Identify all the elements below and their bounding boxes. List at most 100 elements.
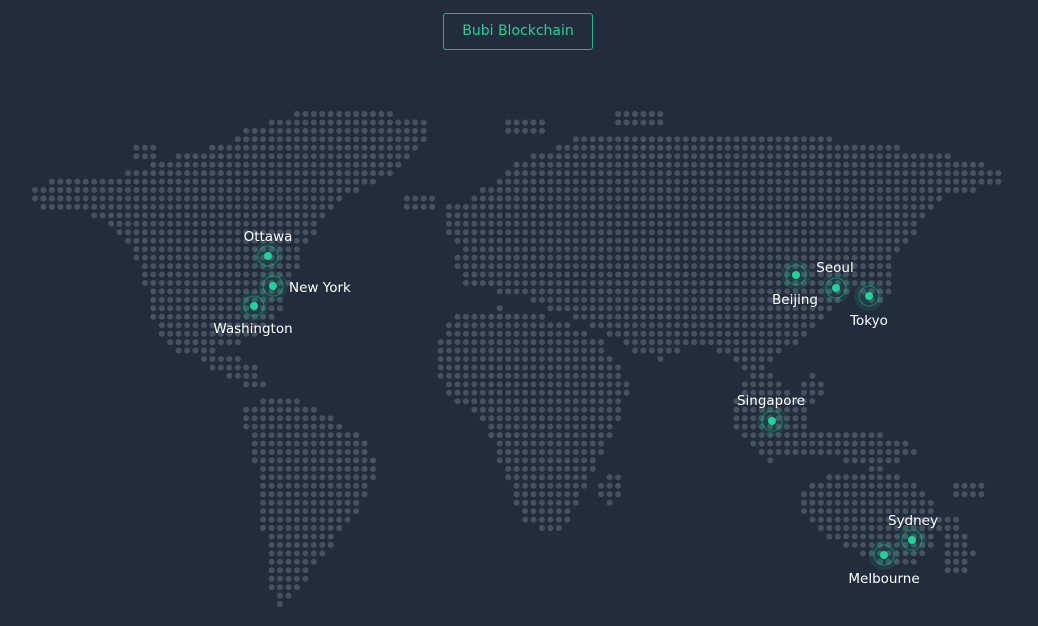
- land-dot: [285, 457, 292, 464]
- land-dot: [209, 305, 216, 312]
- city-marker-tokyo[interactable]: Tokyo: [849, 281, 888, 329]
- land-dot: [344, 516, 351, 523]
- land-dot: [513, 347, 520, 354]
- land-dot: [361, 449, 368, 455]
- land-dot: [378, 144, 385, 151]
- land-dot: [640, 271, 647, 278]
- land-dot: [809, 398, 816, 405]
- land-dot: [513, 482, 520, 489]
- land-dot: [674, 322, 681, 329]
- land-dot: [277, 398, 283, 405]
- land-dot: [192, 339, 199, 346]
- land-dot: [513, 246, 520, 253]
- land-dot: [285, 127, 292, 134]
- land-dot: [310, 449, 317, 455]
- land-dot: [201, 296, 207, 303]
- land-dot: [243, 423, 250, 430]
- land-dot: [784, 170, 791, 177]
- land-dot: [209, 170, 216, 177]
- land-dot: [471, 389, 478, 396]
- land-dot: [302, 187, 309, 193]
- land-dot: [665, 263, 672, 270]
- land-dot: [682, 288, 689, 295]
- land-dot: [910, 499, 917, 506]
- land-dot: [657, 271, 664, 278]
- land-dot: [682, 153, 689, 160]
- land-dot: [961, 533, 968, 540]
- land-dot: [623, 111, 630, 117]
- land-dot: [851, 153, 858, 160]
- land-dot: [953, 170, 960, 177]
- land-dot: [809, 246, 816, 253]
- land-dot: [471, 229, 478, 236]
- land-dot: [353, 136, 360, 143]
- city-marker-ottawa[interactable]: Ottawa: [244, 229, 293, 271]
- land-dot: [175, 237, 182, 244]
- land-dot: [175, 322, 182, 329]
- land-dot: [741, 364, 748, 371]
- land-dot: [539, 389, 545, 396]
- land-dot: [184, 322, 191, 329]
- land-dot: [243, 246, 250, 253]
- land-dot: [598, 440, 605, 447]
- land-dot: [530, 220, 537, 227]
- land-dot: [606, 406, 613, 413]
- land-dot: [462, 389, 469, 396]
- land-dot: [724, 237, 731, 244]
- land-dot: [234, 364, 241, 371]
- land-dot: [860, 246, 867, 253]
- land-dot: [758, 271, 765, 278]
- land-dot: [910, 449, 917, 455]
- land-dot: [277, 161, 283, 168]
- land-dot: [539, 263, 545, 270]
- land-dot: [496, 229, 503, 236]
- land-dot: [767, 280, 774, 286]
- land-dot: [310, 170, 317, 177]
- land-dot: [403, 195, 410, 202]
- land-dot: [589, 246, 596, 253]
- land-dot: [970, 491, 976, 498]
- land-dot: [572, 144, 579, 151]
- land-dot: [555, 449, 562, 455]
- land-dot: [505, 246, 512, 253]
- land-dot: [572, 364, 579, 371]
- land-dot: [285, 584, 292, 591]
- land-dot: [682, 212, 689, 219]
- land-dot: [843, 220, 850, 227]
- land-dot: [623, 187, 630, 193]
- land-dot: [758, 330, 765, 337]
- land-dot: [682, 271, 689, 278]
- brand-button[interactable]: Bubi Blockchain: [443, 13, 593, 50]
- land-dot: [496, 220, 503, 227]
- city-marker-new-york[interactable]: New York: [258, 271, 351, 301]
- land-dot: [741, 195, 748, 202]
- land-dot: [750, 246, 757, 253]
- land-dot: [133, 212, 140, 219]
- land-dot: [285, 415, 292, 422]
- land-dot: [741, 136, 748, 143]
- city-marker-singapore[interactable]: Singapore: [737, 393, 805, 436]
- land-dot: [471, 372, 478, 379]
- land-dot: [530, 263, 537, 270]
- land-dot: [598, 254, 605, 261]
- land-dot: [792, 203, 799, 210]
- land-dot: [547, 457, 554, 464]
- land-dot: [589, 280, 596, 286]
- land-dot: [682, 237, 689, 244]
- land-dot: [741, 347, 748, 354]
- land-dot: [632, 254, 638, 261]
- land-dot: [530, 364, 537, 371]
- land-dot: [615, 246, 622, 253]
- land-dot: [336, 170, 343, 177]
- land-dot: [327, 499, 334, 506]
- land-dot: [133, 178, 140, 185]
- land-dot: [936, 195, 943, 202]
- land-dot: [708, 322, 714, 329]
- land-dot: [310, 127, 317, 134]
- land-dot: [860, 525, 867, 531]
- land-dot: [150, 170, 157, 177]
- land-dot: [361, 170, 368, 177]
- land-dot: [657, 296, 664, 303]
- land-dot: [344, 178, 351, 185]
- land-dot: [860, 229, 867, 236]
